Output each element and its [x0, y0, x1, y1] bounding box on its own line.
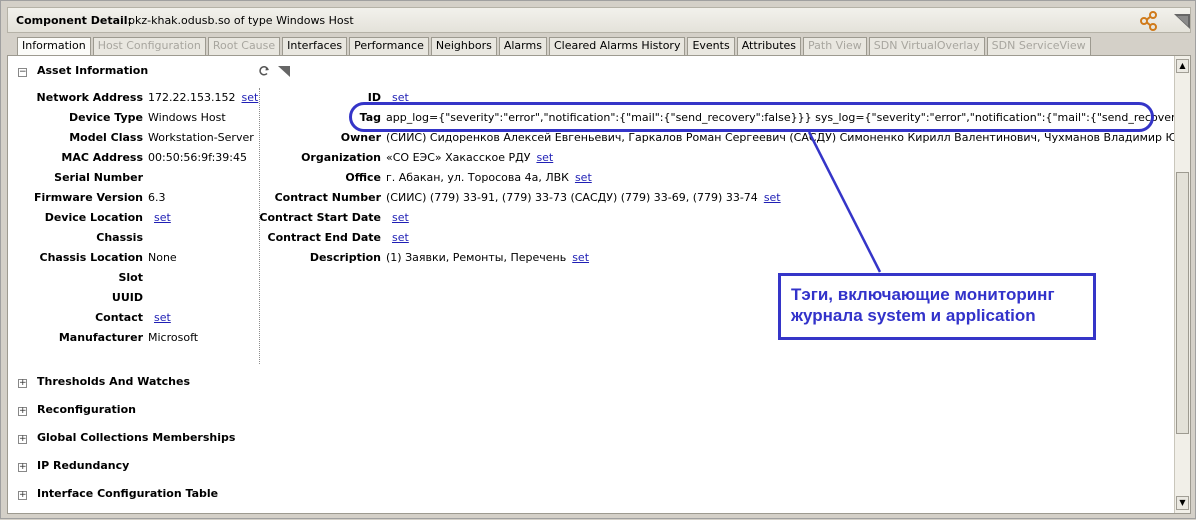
- field-value-container: Microsoft: [148, 331, 198, 344]
- tab-alarms[interactable]: Alarms: [498, 37, 547, 55]
- menu-arrow-icon[interactable]: [278, 65, 290, 77]
- field-value: (СИИС) Сидоренков Алексей Евгеньевич, Га…: [386, 131, 1191, 144]
- callout-text: Тэги, включающие мониторинг журнала syst…: [791, 284, 1055, 326]
- asset-row-contract-start-date: Contract Start Date set: [8, 211, 1168, 225]
- tab-bar: Information Host Configuration Root Cause I…: [17, 37, 1093, 55]
- field-value-container: set: [386, 231, 409, 244]
- column-divider: [259, 88, 260, 364]
- tag-highlight-ellipse: [349, 102, 1154, 132]
- asset-row-owner: Owner (СИИС) Сидоренков Алексей Евгеньеви…: [8, 131, 1190, 145]
- set-link[interactable]: set: [764, 191, 781, 204]
- expand-icon[interactable]: +: [18, 463, 27, 472]
- set-link[interactable]: set: [536, 151, 553, 164]
- scroll-up-icon[interactable]: ▲: [1176, 59, 1189, 73]
- field-label: Description: [309, 251, 381, 264]
- tab-information[interactable]: Information: [17, 37, 91, 55]
- set-link[interactable]: set: [392, 211, 409, 224]
- field-label: Slot: [118, 271, 143, 284]
- section-interface-configuration-table[interactable]: + Interface Configuration Table: [18, 487, 218, 500]
- header-label: Component Detail:: [16, 14, 132, 27]
- annotation-callout: Тэги, включающие мониторинг журнала syst…: [778, 273, 1096, 340]
- field-value: «СО ЕЭС» Хакасское РДУ: [386, 151, 531, 164]
- field-label: Organization: [301, 151, 381, 164]
- field-value: Microsoft: [148, 331, 199, 344]
- set-link[interactable]: set: [572, 251, 589, 264]
- section-title: Asset Information: [37, 64, 149, 77]
- set-link[interactable]: set: [575, 171, 592, 184]
- field-label: Contract Number: [274, 191, 381, 204]
- corner-arrow-icon[interactable]: [1173, 12, 1191, 30]
- section-thresholds-and-watches[interactable]: + Thresholds And Watches: [18, 375, 190, 388]
- field-value-container: г. Абакан, ул. Торосова 4а, ЛВК set: [386, 171, 592, 184]
- tab-root-cause[interactable]: Root Cause: [207, 37, 281, 55]
- share-icon[interactable]: [1139, 11, 1159, 31]
- field-label: Contract Start Date: [259, 211, 381, 224]
- asset-row-organization: Organization «СО ЕЭС» Хакасское РДУ set: [8, 151, 1168, 165]
- callout-line-2: журнала system и application: [791, 306, 1036, 325]
- tab-sdn-serviceview[interactable]: SDN ServiceView: [986, 37, 1091, 55]
- callout-line-1: Тэги, включающие мониторинг: [791, 285, 1055, 304]
- field-label: Contract End Date: [267, 231, 382, 244]
- tab-events[interactable]: Events: [687, 37, 735, 55]
- component-detail-window: Component Detail: pkz-khak.odusb.so of t…: [0, 0, 1196, 519]
- field-value-container: set: [148, 311, 171, 324]
- expand-icon[interactable]: +: [18, 491, 27, 500]
- field-value: (1) Заявки, Ремонты, Перечень: [386, 251, 567, 264]
- field-value-container: «СО ЕЭС» Хакасское РДУ set: [386, 151, 553, 164]
- title-bar: Component Detail: pkz-khak.odusb.so of t…: [7, 7, 1191, 33]
- tab-performance[interactable]: Performance: [349, 37, 429, 55]
- section-asset-information[interactable]: − Asset Information: [18, 64, 148, 77]
- scroll-thumb[interactable]: [1176, 172, 1189, 434]
- field-label: Manufacturer: [58, 331, 143, 344]
- field-label: Office: [345, 171, 381, 184]
- asset-row-description: Description (1) Заявки, Ремонты, Перечень…: [8, 251, 1168, 265]
- field-label: UUID: [111, 291, 143, 304]
- tab-path-view[interactable]: Path View: [803, 37, 867, 55]
- vertical-scrollbar[interactable]: ▲ ▼: [1174, 56, 1190, 513]
- tab-host-configuration[interactable]: Host Configuration: [92, 37, 206, 55]
- section-title: IP Redundancy: [37, 459, 130, 472]
- tab-neighbors[interactable]: Neighbors: [430, 37, 497, 55]
- section-global-collections-memberships[interactable]: + Global Collections Memberships: [18, 431, 235, 444]
- section-title: Reconfiguration: [37, 403, 136, 416]
- section-title: Interface Configuration Table: [37, 487, 219, 500]
- set-link[interactable]: set: [154, 311, 171, 324]
- section-ip-redundancy[interactable]: + IP Redundancy: [18, 459, 129, 472]
- field-value-container: (1) Заявки, Ремонты, Перечень set: [386, 251, 589, 264]
- expand-icon[interactable]: +: [18, 379, 27, 388]
- collapse-icon[interactable]: −: [18, 68, 27, 77]
- set-link[interactable]: set: [392, 231, 409, 244]
- field-value-container: (СИИС) Сидоренков Алексей Евгеньевич, Га…: [386, 131, 1191, 144]
- tab-sdn-virtualoverlay[interactable]: SDN VirtualOverlay: [868, 37, 985, 55]
- scroll-down-icon[interactable]: ▼: [1176, 496, 1189, 510]
- header-value: pkz-khak.odusb.so of type Windows Host: [128, 14, 354, 27]
- tab-attributes[interactable]: Attributes: [736, 37, 802, 55]
- asset-row-contract-number: Contract Number (СИИС) (779) 33-91, (779)…: [8, 191, 1168, 205]
- refresh-icon[interactable]: [258, 65, 270, 77]
- field-label: Owner: [340, 131, 381, 144]
- expand-icon[interactable]: +: [18, 407, 27, 416]
- field-value: (СИИС) (779) 33-91, (779) 33-73 (САСДУ) …: [386, 191, 758, 204]
- field-value-container: set: [386, 211, 409, 224]
- tab-cleared-alarms-history[interactable]: Cleared Alarms History: [548, 37, 686, 55]
- expand-icon[interactable]: +: [18, 435, 27, 444]
- section-title: Global Collections Memberships: [37, 431, 236, 444]
- field-value: г. Абакан, ул. Торосова 4а, ЛВК: [386, 171, 569, 184]
- asset-row-office: Office г. Абакан, ул. Торосова 4а, ЛВК set: [8, 171, 1168, 185]
- field-value-container: (СИИС) (779) 33-91, (779) 33-73 (САСДУ) …: [386, 191, 781, 204]
- tab-interfaces[interactable]: Interfaces: [282, 37, 348, 55]
- field-label: Contact: [95, 311, 143, 324]
- asset-row-contract-end-date: Contract End Date set: [8, 231, 1168, 245]
- section-title: Thresholds And Watches: [37, 375, 191, 388]
- section-reconfiguration[interactable]: + Reconfiguration: [18, 403, 136, 416]
